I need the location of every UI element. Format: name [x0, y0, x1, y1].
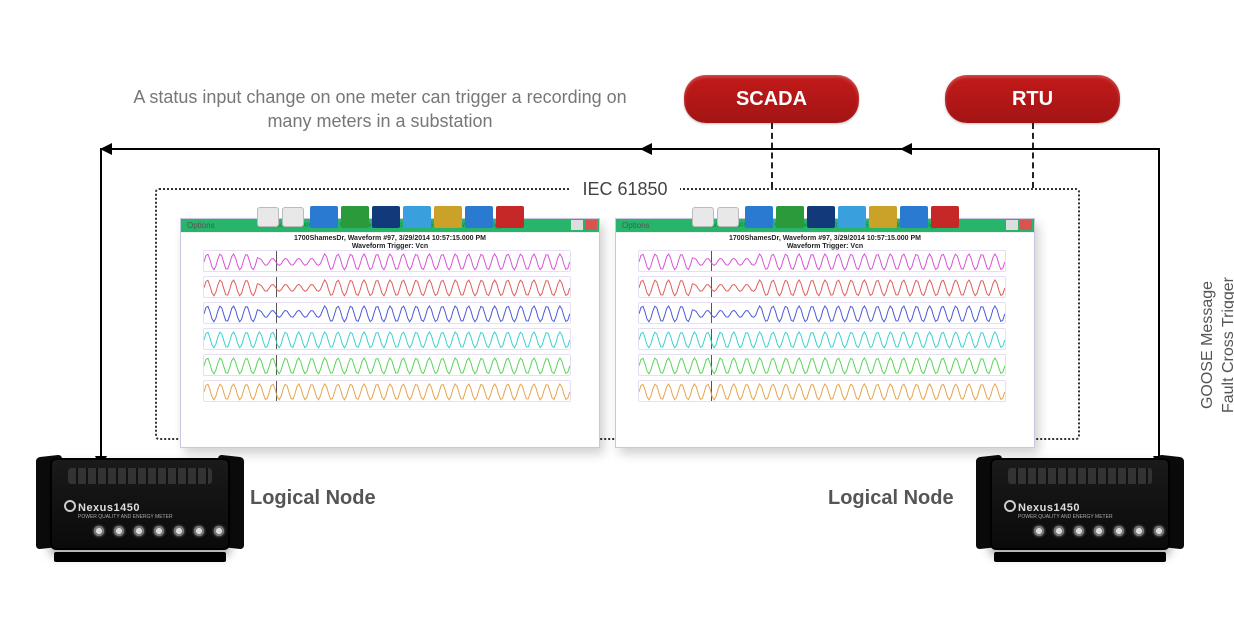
- meter-device: Nexus1450POWER QUALITY AND ENERGY METER: [40, 438, 240, 568]
- waveform-panel: Waveforms - 1700ShamesDr, Waveform #97, …: [180, 218, 600, 448]
- tool-icon[interactable]: [900, 206, 928, 228]
- iec-label: IEC 61850: [570, 178, 680, 200]
- goose-label: GOOSE Message Fault Cross Trigger: [1198, 220, 1234, 470]
- trace-Ib: 0 Ib: [638, 354, 1006, 376]
- meter-subtitle: POWER QUALITY AND ENERGY METER: [1018, 514, 1113, 520]
- panel-header: 1700ShamesDr, Waveform #97, 3/29/2014 10…: [616, 233, 1034, 409]
- caption-text: A status input change on one meter can t…: [130, 85, 630, 134]
- bus-down-left: [100, 148, 102, 463]
- bnc-connector: [1032, 524, 1046, 538]
- tool-icon[interactable]: [434, 206, 462, 228]
- meter-chassis: Nexus1450POWER QUALITY AND ENERGY METER: [990, 458, 1170, 550]
- trace-Ic: 0 Ic: [203, 380, 571, 402]
- arrow-left-icon: [640, 143, 652, 155]
- trace-Vbn: 0 Vbn: [638, 276, 1006, 298]
- tool-icon[interactable]: [465, 206, 493, 228]
- logical-node-label: Logical Node: [250, 487, 376, 510]
- scada-connector: [771, 123, 773, 188]
- meter-chassis: Nexus1450POWER QUALITY AND ENERGY METER: [50, 458, 230, 550]
- rtu-connector: [1032, 123, 1034, 188]
- panel-toolbar: [616, 205, 1034, 229]
- bnc-connector: [172, 524, 186, 538]
- bnc-connector: [1092, 524, 1106, 538]
- bnc-connector: [1072, 524, 1086, 538]
- connector-row: [1032, 524, 1166, 538]
- tool-button[interactable]: [692, 207, 714, 227]
- window-titlebar: Waveforms - 1700ShamesDr, Waveform #97, …: [616, 219, 1034, 233]
- trace-Ia: 0 Ia: [203, 328, 571, 350]
- meter-device: Nexus1450POWER QUALITY AND ENERGY METER: [980, 438, 1180, 568]
- bnc-connector: [132, 524, 146, 538]
- bnc-connector: [1052, 524, 1066, 538]
- tool-icon[interactable]: [931, 206, 959, 228]
- meter-base: [994, 552, 1166, 562]
- tool-icon[interactable]: [310, 206, 338, 228]
- terminal-strip: [1008, 468, 1152, 484]
- tool-icon[interactable]: [496, 206, 524, 228]
- bnc-connector: [92, 524, 106, 538]
- goose-line1: GOOSE Message: [1199, 281, 1216, 409]
- meter-brand: Nexus1450POWER QUALITY AND ENERGY METER: [78, 502, 173, 520]
- connector-row: [92, 524, 226, 538]
- bus-line: [100, 148, 1160, 150]
- goose-line2: Fault Cross Trigger: [1220, 277, 1234, 413]
- diagram-canvas: A status input change on one meter can t…: [0, 0, 1234, 625]
- window-titlebar: Waveforms - 1700ShamesDr, Waveform #97, …: [181, 219, 599, 233]
- logical-node-label: Logical Node: [828, 487, 954, 510]
- trace-Vbn: 0 Vbn: [203, 276, 571, 298]
- tool-icon[interactable]: [745, 206, 773, 228]
- tool-button[interactable]: [257, 207, 279, 227]
- bnc-connector: [1152, 524, 1166, 538]
- tool-icon[interactable]: [869, 206, 897, 228]
- tool-icon[interactable]: [403, 206, 431, 228]
- rtu-node: RTU: [945, 75, 1120, 123]
- trace-Van: 0 Van: [638, 250, 1006, 272]
- trace-area: 0 Van 0 Vbn 0 Vcn 0 Ia 0 Ib 0 Ic: [616, 250, 1034, 402]
- trace-Vcn: 0 Vcn: [638, 302, 1006, 324]
- scada-node: SCADA: [684, 75, 859, 123]
- trace-Ia: 0 Ia: [638, 328, 1006, 350]
- brand-logo-icon: [64, 500, 76, 512]
- bnc-connector: [1112, 524, 1126, 538]
- arrow-left-icon: [900, 143, 912, 155]
- bus-down-right: [1158, 148, 1160, 463]
- bnc-connector: [112, 524, 126, 538]
- tool-icon[interactable]: [776, 206, 804, 228]
- terminal-strip: [68, 468, 212, 484]
- bnc-connector: [1132, 524, 1146, 538]
- trace-Ic: 0 Ic: [638, 380, 1006, 402]
- panel-header: 1700ShamesDr, Waveform #97, 3/29/2014 10…: [181, 233, 599, 409]
- tool-icon[interactable]: [341, 206, 369, 228]
- bnc-connector: [192, 524, 206, 538]
- trace-area: 0 Van 0 Vbn 0 Vcn 0 Ia 0 Ib 0 Ic: [181, 250, 599, 402]
- tool-button[interactable]: [282, 207, 304, 227]
- tool-icon[interactable]: [372, 206, 400, 228]
- brand-logo-icon: [1004, 500, 1016, 512]
- trace-Van: 0 Van: [203, 250, 571, 272]
- trace-Vcn: 0 Vcn: [203, 302, 571, 324]
- bnc-connector: [152, 524, 166, 538]
- tool-icon[interactable]: [807, 206, 835, 228]
- meter-brand: Nexus1450POWER QUALITY AND ENERGY METER: [1018, 502, 1113, 520]
- panel-toolbar: [181, 205, 599, 229]
- meter-subtitle: POWER QUALITY AND ENERGY METER: [78, 514, 173, 520]
- waveform-panel: Waveforms - 1700ShamesDr, Waveform #97, …: [615, 218, 1035, 448]
- bnc-connector: [212, 524, 226, 538]
- meter-base: [54, 552, 226, 562]
- tool-button[interactable]: [717, 207, 739, 227]
- tool-icon[interactable]: [838, 206, 866, 228]
- trace-Ib: 0 Ib: [203, 354, 571, 376]
